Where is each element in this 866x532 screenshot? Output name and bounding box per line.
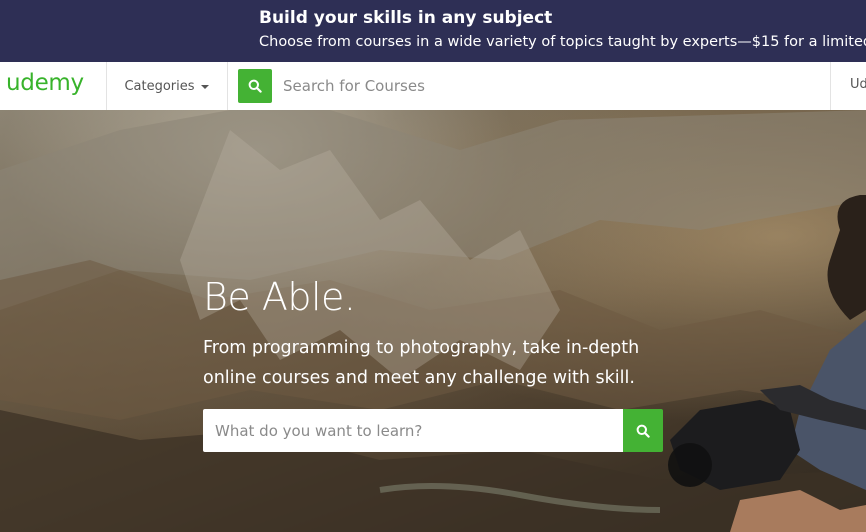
search-icon (248, 79, 262, 93)
hero-search-button[interactable] (623, 409, 663, 452)
top-nav: udemy Categories Ud (0, 62, 866, 111)
categories-dropdown[interactable]: Categories (106, 62, 227, 110)
search-icon (636, 424, 650, 438)
hero-search-input[interactable] (203, 409, 623, 452)
nav-divider (830, 62, 831, 110)
promo-subtitle: Choose from courses in a wide variety of… (259, 34, 866, 50)
right-nav-link[interactable]: Ud (850, 77, 866, 92)
udemy-logo[interactable]: udemy (6, 70, 84, 96)
promo-title: Build your skills in any subject (259, 8, 553, 28)
hero-subtitle: From programming to photography, take in… (203, 338, 640, 388)
nav-divider (227, 62, 228, 110)
header-search-input[interactable] (272, 69, 823, 103)
hero-search-field (203, 409, 623, 452)
header-search-button[interactable] (238, 69, 272, 103)
categories-label: Categories (124, 78, 195, 94)
caret-down-icon (200, 85, 209, 89)
hero-section: Be Able. From programming to photography… (0, 110, 866, 532)
hero-background-image (0, 110, 866, 532)
promo-banner[interactable]: Build your skills in any subject Choose … (0, 0, 866, 62)
hero-title: Be Able. (203, 275, 356, 319)
page: Build your skills in any subject Choose … (0, 0, 866, 532)
